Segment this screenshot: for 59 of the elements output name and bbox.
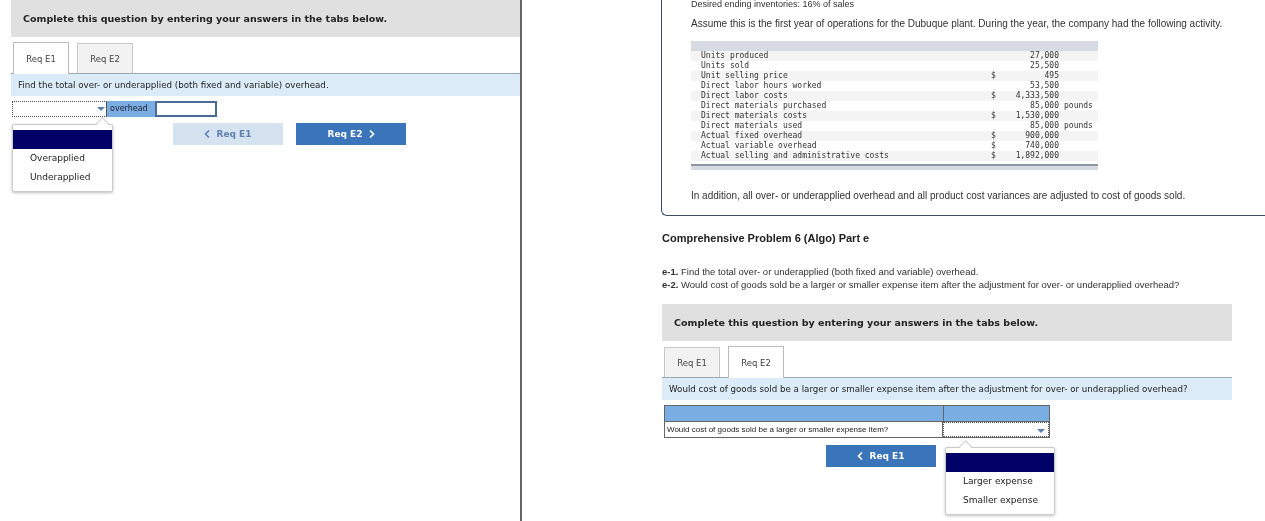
- table-cell: Units sold: [691, 61, 991, 71]
- dropdown-option[interactable]: Larger expense: [946, 472, 1054, 491]
- table-cell: Actual fixed overhead: [691, 131, 991, 141]
- note-text: In addition, all over- or underapplied overhead and all product cost variances are adjusted to cost of goods sold.: [691, 190, 1187, 201]
- table-cell: 53,500: [1003, 81, 1059, 91]
- tab[interactable]: Req E2: [728, 346, 784, 378]
- dropdown-option[interactable]: Overapplied: [13, 149, 112, 168]
- unit-label: pounds: [1064, 121, 1093, 130]
- currency-symbol: $: [991, 91, 996, 100]
- table-cell: 25,500: [1003, 61, 1059, 71]
- dropdown-arrow-icon: [1037, 428, 1045, 434]
- table-cell: Direct materials purchased: [691, 101, 991, 111]
- tab[interactable]: Req E1: [664, 347, 720, 377]
- intro-text: Assume this is the first year of operations for the Dubuque plant. During the year, the company had the following activity.: [691, 18, 1224, 29]
- currency-symbol: $: [991, 141, 996, 150]
- table-cell: 27,000: [1003, 51, 1059, 61]
- instruction-bar: Complete this question by entering your answers in the tabs below.: [11, 0, 520, 37]
- question-text: e-1. Find the total over- or underapplied (both fixed and variable) overhead.: [662, 266, 980, 279]
- table-cell: Direct labor hours worked: [691, 81, 991, 91]
- next-button[interactable]: Req E2: [296, 123, 406, 145]
- currency-symbol: $: [991, 151, 996, 160]
- table-cell: 740,000: [1003, 141, 1059, 151]
- table-cell: 85,000: [1003, 121, 1059, 131]
- problem-heading: Comprehensive Problem 6 (Algo) Part e: [662, 232, 871, 244]
- context-text: Desired ending inventories: 16% of sales: [691, 0, 856, 9]
- table-cell: Actual selling and administrative costs: [691, 151, 991, 161]
- dropdown-option[interactable]: Underapplied: [13, 168, 112, 187]
- currency-symbol: $: [991, 111, 996, 120]
- tab[interactable]: Req E1: [13, 42, 69, 74]
- table-cell: 1,892,000: [1003, 151, 1059, 161]
- chevron-right-icon: [368, 130, 375, 138]
- instruction-bar: Complete this question by entering your answers in the tabs below.: [662, 304, 1232, 341]
- answer-label: overhead: [107, 101, 155, 117]
- unit-label: pounds: [1064, 101, 1093, 110]
- table-cell: Unit selling price: [691, 71, 991, 81]
- currency-symbol: $: [991, 71, 996, 80]
- tab[interactable]: Req E2: [77, 43, 133, 73]
- table-cell: Direct materials used: [691, 121, 991, 131]
- question-prompt: Find the total over- or underapplied (both fixed and variable) overhead.: [11, 74, 520, 96]
- dropdown-option[interactable]: Smaller expense: [946, 491, 1054, 510]
- input-field[interactable]: [155, 101, 217, 117]
- dropdown-arrow-icon: [97, 106, 105, 112]
- currency-symbol: $: [991, 131, 996, 140]
- table-cell: Would cost of goods sold be a larger or smaller expense item?: [665, 422, 943, 437]
- table-cell: 900,000: [1003, 131, 1059, 141]
- table-cell: Direct labor costs: [691, 91, 991, 101]
- chevron-left-icon: [204, 130, 211, 138]
- table-cell: Direct materials costs: [691, 111, 991, 121]
- answer-select[interactable]: [943, 422, 1049, 437]
- table-cell: 85,000: [1003, 101, 1059, 111]
- table-cell: 4,333,500: [1003, 91, 1059, 101]
- table-cell: 1,530,000: [1003, 111, 1059, 121]
- table-cell: Units produced: [691, 51, 991, 61]
- table-cell: 495: [1003, 71, 1059, 81]
- chevron-left-icon: [857, 452, 864, 460]
- table-cell: Actual variable overhead: [691, 141, 991, 151]
- previous-button[interactable]: Req E1: [826, 445, 936, 467]
- question-text: e-2. Would cost of goods sold be a larger or smaller expense item after the adjustment for over- or underapplied overhead?: [662, 278, 1181, 291]
- question-prompt: Would cost of goods sold be a larger or smaller expense item after the adjustment for over- or underapplied overhead?: [662, 378, 1232, 400]
